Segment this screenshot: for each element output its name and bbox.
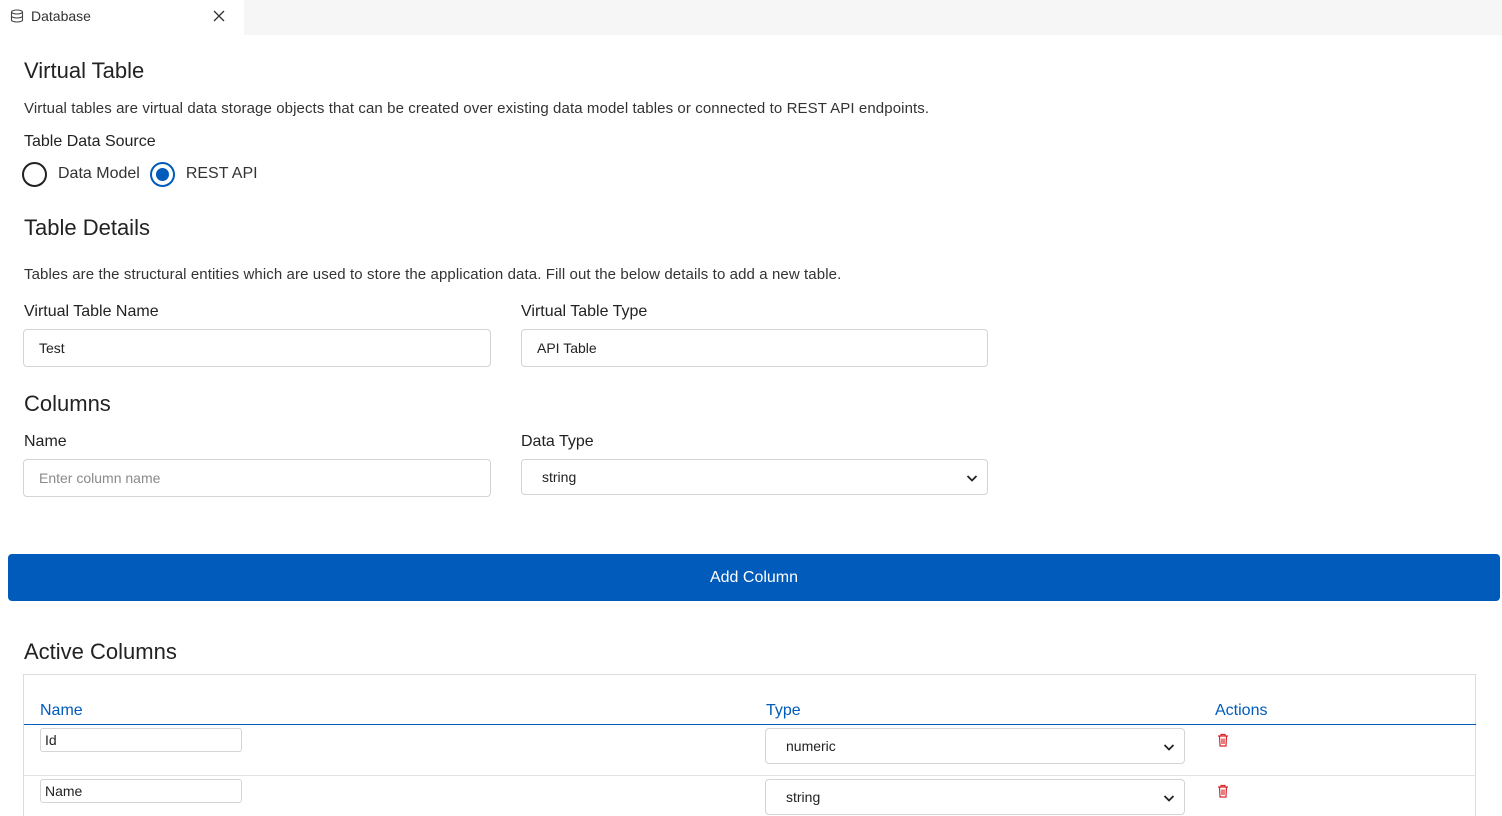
row-type-value: string (786, 789, 821, 805)
column-name-input[interactable] (23, 459, 491, 497)
radio-rest-api-label: REST API (185, 165, 258, 182)
row-type-select[interactable]: numeric (765, 728, 1185, 764)
trash-icon[interactable] (1217, 733, 1229, 747)
radio-data-model[interactable]: Data Model (22, 161, 140, 187)
chevron-down-icon (966, 475, 978, 482)
virtual-table-description: Virtual tables are virtual data storage … (24, 100, 930, 117)
add-column-button[interactable]: Add Column (8, 554, 1500, 601)
table-details-title: Table Details (24, 215, 150, 240)
row-type-value: numeric (786, 738, 836, 754)
column-name-label: Name (24, 433, 67, 450)
row-divider (24, 775, 1476, 776)
virtual-table-type-input[interactable] (521, 329, 988, 367)
radio-data-model-label: Data Model (58, 165, 140, 182)
tab-database[interactable]: Database (0, 0, 244, 35)
tab-bar: Database (0, 0, 1502, 35)
header-divider (24, 724, 1476, 725)
chevron-down-icon (1163, 744, 1175, 751)
row-name-input[interactable] (40, 779, 242, 803)
trash-icon[interactable] (1217, 784, 1229, 798)
virtual-table-type-label: Virtual Table Type (521, 303, 648, 320)
data-type-select[interactable]: string (521, 459, 988, 495)
virtual-table-name-input[interactable] (23, 329, 491, 367)
header-actions: Actions (1215, 702, 1268, 719)
active-columns-table: Name Type Actions numeric string (23, 674, 1476, 816)
table-details-description: Tables are the structural entities which… (24, 266, 842, 283)
radio-rest-api[interactable]: REST API (149, 161, 258, 187)
virtual-table-name-label: Virtual Table Name (24, 303, 159, 320)
columns-title: Columns (24, 391, 111, 416)
header-name: Name (40, 702, 83, 719)
data-source-radio-group: Data Model REST API (22, 160, 268, 188)
data-type-select-value: string (542, 469, 577, 485)
close-icon[interactable] (212, 9, 226, 23)
radio-data-model-circle[interactable] (22, 161, 47, 187)
active-columns-title: Active Columns (24, 639, 177, 664)
chevron-down-icon (1163, 795, 1175, 802)
radio-rest-api-circle[interactable] (149, 161, 175, 187)
header-type: Type (766, 702, 801, 719)
row-type-select[interactable]: string (765, 779, 1185, 815)
data-type-label: Data Type (521, 433, 594, 450)
row-name-input[interactable] (40, 728, 242, 752)
virtual-table-title: Virtual Table (24, 58, 145, 83)
database-icon (10, 9, 24, 23)
tab-label: Database (31, 8, 91, 24)
table-data-source-label: Table Data Source (24, 133, 156, 150)
